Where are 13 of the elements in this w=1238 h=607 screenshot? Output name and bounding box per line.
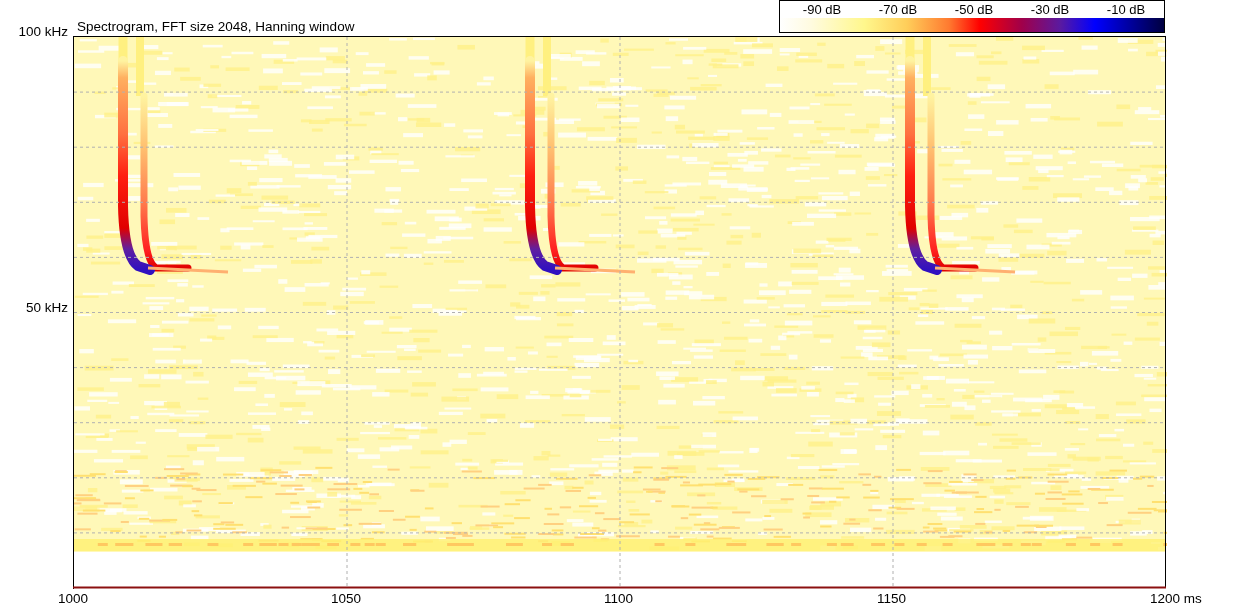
x-axis-label: 1050 <box>331 591 362 606</box>
scale-label: -50 dB <box>954 2 994 17</box>
scale-label: -10 dB <box>1106 2 1146 17</box>
x-axis-label: 1000 <box>58 591 89 606</box>
x-axis-label: 1200 ms <box>1150 591 1202 606</box>
x-axis-label: 1100 <box>604 591 634 606</box>
chart-title: Spectrogram, FFT size 2048, Hanning window <box>77 19 355 36</box>
y-axis-label: 50 kHz <box>25 300 68 315</box>
scale-label: -70 dB <box>878 2 918 17</box>
x-axis-label: 1150 <box>877 591 907 606</box>
scale-label: -90 dB <box>802 2 842 17</box>
scale-label: -30 dB <box>1030 2 1070 17</box>
y-axis-label: 100 kHz <box>18 24 68 39</box>
